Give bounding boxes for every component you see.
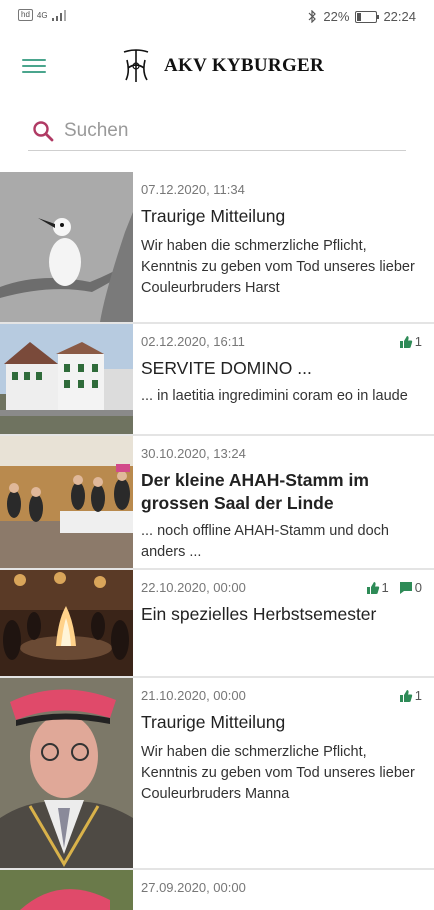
signal-icon bbox=[51, 9, 66, 21]
news-excerpt: Wir haben die schmerzliche Pflicht, Kenn… bbox=[141, 744, 415, 802]
news-title: Traurige Mitteilung bbox=[141, 712, 286, 732]
battery-icon bbox=[355, 10, 380, 23]
news-item[interactable]: 27.09.2020, 00:00 bbox=[0, 870, 434, 910]
comment-icon bbox=[399, 581, 412, 594]
news-item[interactable]: 07.12.2020, 11:34 Traurige Mitteilung Wi… bbox=[0, 172, 434, 322]
news-date: 02.12.2020, 16:11 bbox=[141, 334, 245, 349]
news-excerpt: Wir haben die schmerzliche Pflicht, Kenn… bbox=[141, 238, 415, 296]
news-title: Traurige Mitteilung bbox=[141, 206, 286, 226]
thumbs-up-icon bbox=[399, 335, 412, 348]
news-date: 27.09.2020, 00:00 bbox=[141, 880, 246, 895]
app-title: AKV KYBURGER bbox=[164, 55, 325, 76]
comment-count-value: 0 bbox=[414, 580, 422, 595]
app-logo: AKV KYBURGER bbox=[118, 46, 324, 86]
like-count[interactable]: 1 bbox=[366, 580, 389, 595]
search-icon bbox=[33, 121, 54, 142]
news-excerpt: ... noch offline AHAH-Stamm und doch and… bbox=[141, 523, 389, 560]
news-date: 07.12.2020, 11:34 bbox=[141, 182, 245, 197]
news-date: 30.10.2020, 13:24 bbox=[141, 446, 246, 461]
search-placeholder: Suchen bbox=[64, 120, 129, 141]
search-field[interactable]: Suchen bbox=[28, 112, 406, 151]
network-type: 4G bbox=[36, 10, 48, 20]
news-item[interactable]: 22.10.2020, 00:00 1 0 Ein spezielles Her… bbox=[0, 570, 434, 676]
like-count-value: 1 bbox=[414, 334, 422, 349]
menu-button[interactable] bbox=[22, 55, 46, 75]
thumbs-up-icon bbox=[399, 689, 412, 702]
status-right: 22% 22:24 bbox=[308, 9, 416, 24]
news-thumbnail-partial bbox=[0, 870, 133, 910]
news-thumbnail-bird bbox=[0, 172, 133, 322]
news-item[interactable]: 02.12.2020, 16:11 1 SERVITE DOMINO ... .… bbox=[0, 324, 434, 434]
news-date: 22.10.2020, 00:00 bbox=[141, 580, 246, 595]
news-thumbnail-portrait bbox=[0, 678, 133, 868]
news-title: Ein spezielles Herbstsemester bbox=[141, 604, 377, 624]
battery-percent: 22% bbox=[323, 9, 350, 24]
hamburger-icon-line bbox=[22, 71, 46, 73]
news-excerpt: ... in laetitia ingredimini coram eo in … bbox=[141, 388, 408, 404]
news-thumbnail-hall bbox=[0, 436, 133, 568]
news-meta: 1 0 bbox=[366, 580, 422, 595]
like-count[interactable]: 1 bbox=[399, 334, 422, 349]
monogram-logo-icon bbox=[123, 49, 149, 82]
like-count[interactable]: 1 bbox=[399, 688, 422, 703]
news-thumbnail-fire bbox=[0, 570, 133, 676]
like-count-value: 1 bbox=[414, 688, 422, 703]
hamburger-icon-line bbox=[22, 59, 46, 61]
comment-count[interactable]: 0 bbox=[399, 580, 422, 595]
clock: 22:24 bbox=[383, 9, 416, 24]
thumbs-up-icon bbox=[366, 581, 379, 594]
news-meta: 1 bbox=[399, 334, 422, 349]
hd-indicator: hd bbox=[18, 9, 33, 21]
news-date: 21.10.2020, 00:00 bbox=[141, 688, 246, 703]
status-left: hd 4G bbox=[18, 9, 66, 21]
battery-level bbox=[357, 12, 362, 21]
news-title: SERVITE DOMINO ... bbox=[141, 358, 312, 378]
news-thumbnail-building bbox=[0, 324, 133, 434]
bluetooth-icon bbox=[308, 10, 317, 23]
status-bar: hd 4G 22% 22:24 bbox=[0, 0, 434, 34]
hamburger-icon-line bbox=[22, 65, 46, 67]
news-item[interactable]: 30.10.2020, 13:24 Der kleine AHAH-Stamm … bbox=[0, 436, 434, 568]
news-meta: 1 bbox=[399, 688, 422, 703]
news-title: Der kleine AHAH-Stamm im grossen Saal de… bbox=[141, 470, 369, 513]
app-bar: AKV KYBURGER bbox=[0, 36, 434, 98]
like-count-value: 1 bbox=[381, 580, 389, 595]
news-item[interactable]: 21.10.2020, 00:00 1 Traurige Mitteilung … bbox=[0, 678, 434, 868]
